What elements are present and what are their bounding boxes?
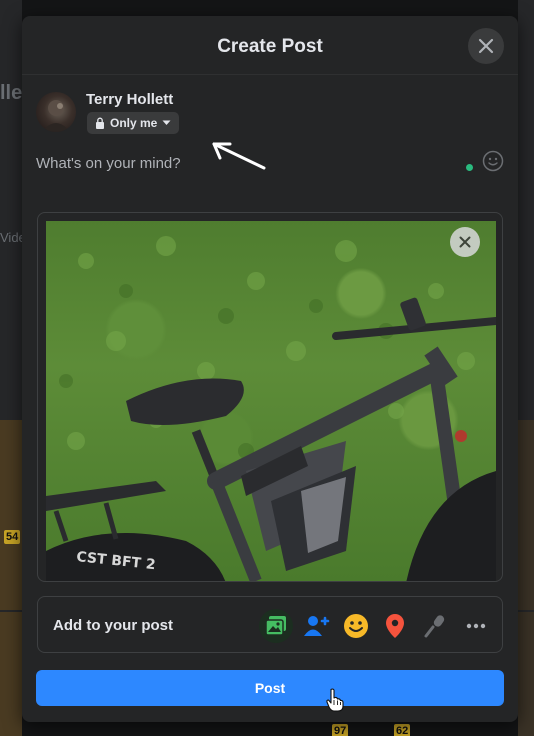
live-video-button[interactable] xyxy=(418,609,452,643)
more-icon xyxy=(466,623,486,629)
post-text-input[interactable] xyxy=(36,152,416,174)
tag-people-button[interactable] xyxy=(300,609,334,643)
backdrop-thumbnail-left-2 xyxy=(0,612,22,736)
remove-photo-button[interactable] xyxy=(450,227,480,257)
close-icon xyxy=(478,38,494,54)
backdrop-thumbnail-right-2 xyxy=(518,612,534,736)
backdrop-thumbnail-left xyxy=(0,420,22,610)
check-in-button[interactable] xyxy=(378,609,412,643)
feeling-activity-button[interactable] xyxy=(339,609,373,643)
backdrop-badge: 54 xyxy=(4,530,21,544)
backdrop-thumbnail-right xyxy=(518,420,534,610)
add-to-post-bar: Add to your post xyxy=(37,596,503,653)
author-name: Terry Hollett xyxy=(86,91,174,108)
more-options-button[interactable] xyxy=(459,609,493,643)
backdrop-badge: 62 xyxy=(394,724,411,736)
ebike-image: CST BFT 2 xyxy=(46,236,496,581)
media-preview: CST BFT 2 xyxy=(37,212,503,582)
emoji-icon[interactable] xyxy=(482,150,504,172)
create-post-dialog: Create Post Terry Hollett Only me What's… xyxy=(22,16,518,722)
photo-video-icon xyxy=(265,616,286,636)
feeling-activity-icon xyxy=(344,614,368,638)
hand-cursor-icon xyxy=(326,688,344,712)
backdrop-heading-fragment: lle xyxy=(0,82,23,104)
avatar-image xyxy=(42,100,70,132)
close-button[interactable] xyxy=(468,28,504,64)
add-to-post-label: Add to your post xyxy=(53,617,173,634)
privacy-label: Only me xyxy=(110,116,158,130)
avatar xyxy=(36,92,76,132)
tag-people-icon xyxy=(304,616,330,636)
check-in-icon xyxy=(386,614,404,638)
post-button[interactable]: Post xyxy=(36,670,504,706)
privacy-selector-button[interactable]: Only me xyxy=(87,112,180,134)
attached-photo: CST BFT 2 xyxy=(46,221,496,581)
dialog-title: Create Post xyxy=(217,36,323,57)
lock-icon xyxy=(96,117,104,129)
microphone-icon xyxy=(424,615,445,638)
text-color-dot xyxy=(466,164,473,171)
caret-down-icon xyxy=(162,120,171,125)
backdrop-badge: 97 xyxy=(332,724,349,736)
photo-video-button[interactable] xyxy=(259,609,293,643)
close-icon xyxy=(459,236,471,248)
header-divider xyxy=(22,74,518,75)
